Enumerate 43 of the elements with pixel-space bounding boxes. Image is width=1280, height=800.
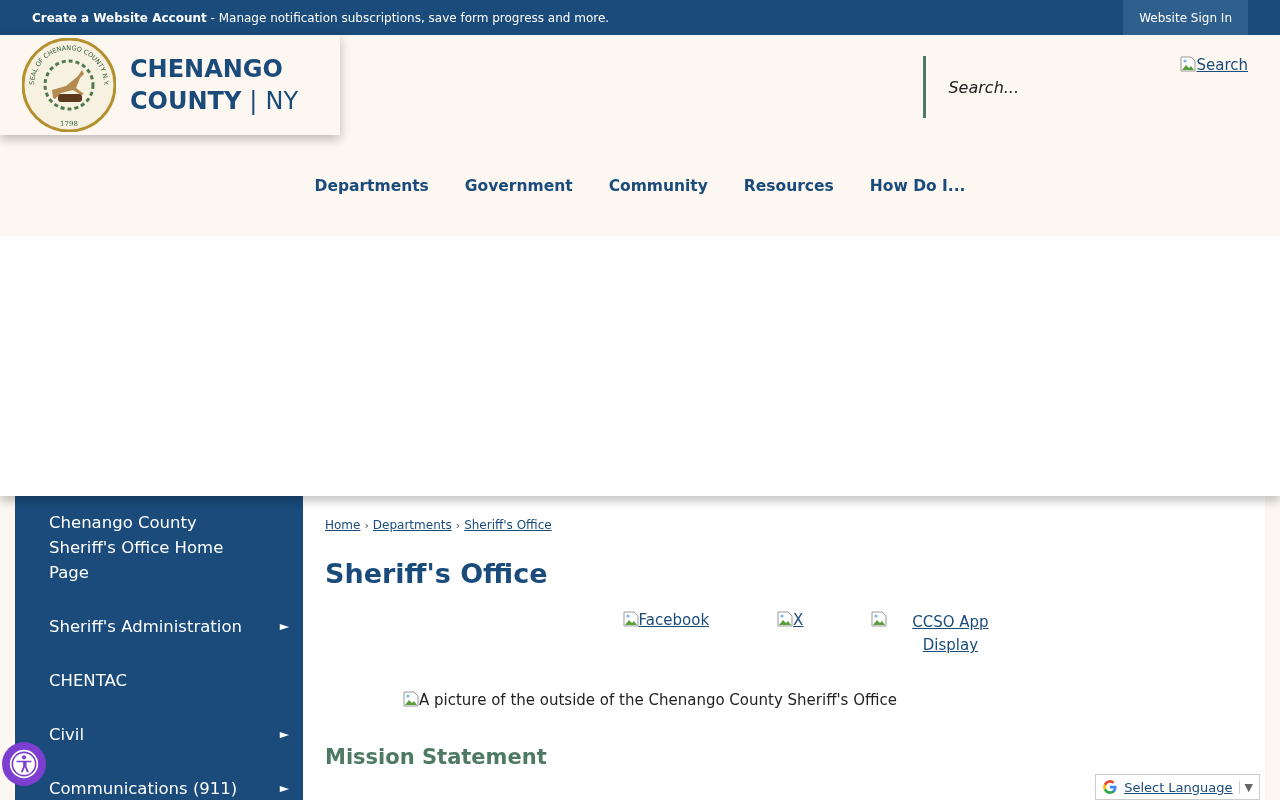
nav-link[interactable]: Community	[608, 176, 708, 195]
sidebar-item[interactable]: Civil ►	[15, 722, 303, 747]
logo-state-text: NY	[265, 86, 299, 117]
broken-image-icon	[1180, 56, 1197, 72]
submenu-arrow-icon: ►	[279, 722, 289, 747]
app-link[interactable]: CCSO App Display	[871, 611, 1006, 657]
broken-image-icon	[622, 611, 639, 627]
broken-image-icon	[403, 691, 419, 707]
broken-image-icon	[871, 611, 888, 627]
submenu-arrow-icon: ►	[279, 614, 289, 639]
submenu-arrow-icon: ►	[279, 776, 289, 800]
nav-link[interactable]: Departments	[314, 176, 429, 195]
breadcrumb-link[interactable]: Sheriff's Office	[464, 518, 552, 532]
sign-in-button[interactable]: Website Sign In	[1123, 0, 1248, 35]
search-field[interactable]: Search...	[923, 56, 1171, 118]
sidebar-item[interactable]: Communications (911) ►	[15, 776, 303, 800]
nav-link[interactable]: Resources	[743, 176, 834, 195]
page-title: Sheriff's Office	[325, 558, 549, 589]
sidebar-item[interactable]: CHENTAC	[15, 668, 303, 693]
accessibility-button[interactable]	[2, 742, 46, 786]
photo-alt-text: A picture of the outside of the Chenango County Sheriff's Office	[403, 691, 1243, 709]
breadcrumb-separator: ›	[455, 518, 461, 532]
breadcrumb-separator: ›	[364, 518, 369, 532]
logo-title: CHENANGO	[130, 54, 284, 85]
logo-divider: |	[249, 86, 258, 117]
account-banner-text: Create a Website Account - Manage notification subscriptions, save form progress and more.	[32, 10, 610, 25]
sidebar-item[interactable]: Chenango County Sheriff's Office Home Page	[15, 510, 303, 585]
section-heading: Mission Statement	[325, 745, 548, 769]
google-icon	[1102, 779, 1119, 795]
breadcrumb-link[interactable]: Home	[325, 518, 361, 532]
dropdown-caret[interactable]: ▼	[1238, 780, 1253, 794]
social-link[interactable]: X	[777, 611, 804, 657]
create-account-link[interactable]: Create a Website Account	[32, 10, 207, 25]
select-language-link[interactable]: Select Language	[1124, 779, 1233, 795]
accessibility-icon	[9, 749, 39, 779]
broken-image-icon	[777, 611, 794, 627]
breadcrumb-link[interactable]: Departments	[372, 518, 452, 532]
search-link[interactable]: Search	[1180, 56, 1248, 74]
nav-link[interactable]: How Do I...	[869, 176, 966, 195]
logo-title: COUNTY	[130, 86, 242, 117]
social-link[interactable]: Facebook	[622, 611, 710, 657]
sidebar-item[interactable]: Sheriff's Administration ►	[15, 614, 303, 639]
nav-link[interactable]: Government	[464, 176, 573, 195]
